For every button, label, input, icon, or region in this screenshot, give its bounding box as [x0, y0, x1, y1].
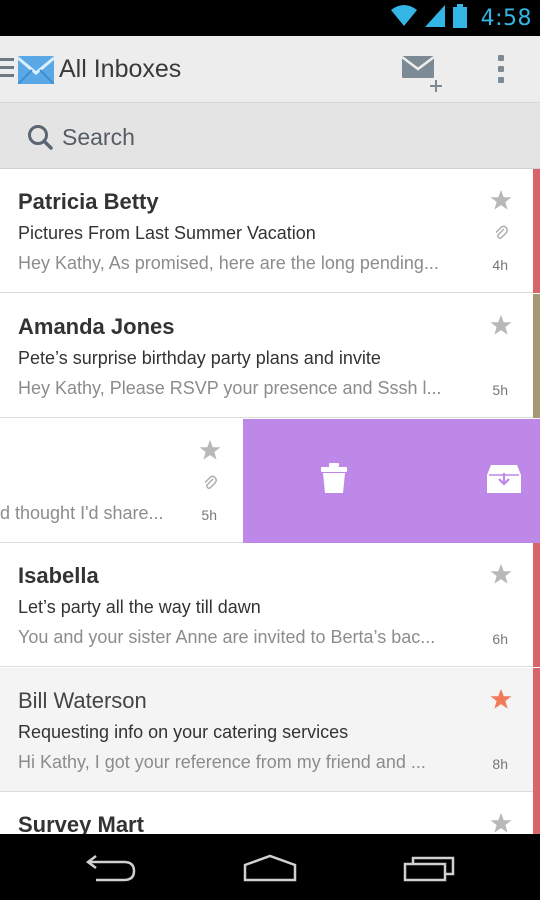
action-bar: All Inboxes — [0, 36, 540, 103]
account-color-bar — [533, 543, 540, 667]
account-color-bar — [533, 668, 540, 792]
message-time: 5h — [201, 507, 217, 523]
message-subject: Let’s party all the way till dawn — [18, 597, 261, 617]
message-sender: Patricia Betty — [18, 189, 159, 214]
recent-apps-icon[interactable] — [403, 854, 455, 887]
message-sender: Bill Waterson — [18, 688, 147, 713]
drawer-icon[interactable] — [0, 58, 14, 80]
message-row[interactable]: Amanda Jones Pete’s surprise birthday pa… — [0, 294, 540, 418]
message-time: 6h — [492, 631, 508, 647]
message-sender: Isabella — [18, 563, 99, 588]
compose-icon — [401, 56, 442, 92]
message-preview: Hi Kathy, I got your reference from my f… — [18, 752, 426, 772]
system-nav-bar — [0, 834, 540, 900]
message-sender: Amanda Jones — [18, 314, 175, 339]
status-time: 4:58 — [480, 5, 532, 31]
back-icon[interactable] — [85, 852, 136, 887]
mail-logo-icon[interactable] — [17, 56, 55, 89]
archive-icon[interactable] — [487, 465, 521, 498]
message-time: 8h — [492, 756, 508, 772]
message-subject: Pictures From Last Summer Vacation — [18, 223, 316, 243]
message-row[interactable]: Survey Mart — [0, 792, 540, 834]
search-icon — [27, 124, 53, 155]
compose-button[interactable] — [400, 52, 446, 92]
message-row-content[interactable]: d thought I'd share... 5h — [0, 419, 243, 543]
message-row[interactable]: Isabella Let’s party all the way till da… — [0, 543, 540, 667]
message-preview: Hey Kathy, As promised, here are the lon… — [18, 253, 439, 273]
swiped-message-row[interactable]: d thought I'd share... 5h — [0, 419, 540, 543]
star-icon[interactable] — [490, 563, 512, 590]
page-title: All Inboxes — [59, 55, 182, 83]
status-bar: 4:58 — [0, 0, 540, 36]
wifi-icon — [390, 4, 417, 32]
swipe-actions-panel — [243, 419, 540, 543]
message-row[interactable]: Patricia Betty Pictures From Last Summer… — [0, 169, 540, 293]
search-input[interactable]: Search — [62, 124, 135, 151]
message-subject: Requesting info on your catering service… — [18, 722, 349, 742]
star-icon[interactable] — [199, 439, 221, 466]
home-icon[interactable] — [243, 854, 297, 887]
trash-icon[interactable] — [321, 463, 347, 498]
attachment-icon — [494, 225, 508, 246]
account-color-bar — [533, 169, 540, 293]
attachment-icon — [203, 475, 217, 496]
search-bar[interactable]: Search — [0, 103, 540, 169]
message-subject: Pete’s surprise birthday party plans and… — [18, 348, 381, 368]
overflow-menu-button[interactable] — [490, 52, 512, 88]
battery-icon — [452, 3, 467, 33]
star-icon[interactable] — [490, 688, 512, 715]
message-preview: Hey Kathy, Please RSVP your presence and… — [18, 378, 442, 398]
message-time: 5h — [492, 382, 508, 398]
message-row[interactable]: Bill Waterson Requesting info on your ca… — [0, 668, 540, 792]
star-icon[interactable] — [490, 314, 512, 341]
message-preview: d thought I'd share... — [0, 503, 164, 523]
star-icon[interactable] — [490, 189, 512, 216]
account-color-bar — [533, 792, 540, 834]
message-sender: Survey Mart — [18, 812, 144, 834]
message-list: Patricia Betty Pictures From Last Summer… — [0, 169, 540, 834]
message-time: 4h — [492, 257, 508, 273]
account-color-bar — [533, 294, 540, 418]
signal-icon — [424, 4, 445, 32]
star-icon[interactable] — [490, 812, 512, 834]
message-preview: You and your sister Anne are invited to … — [18, 627, 436, 647]
